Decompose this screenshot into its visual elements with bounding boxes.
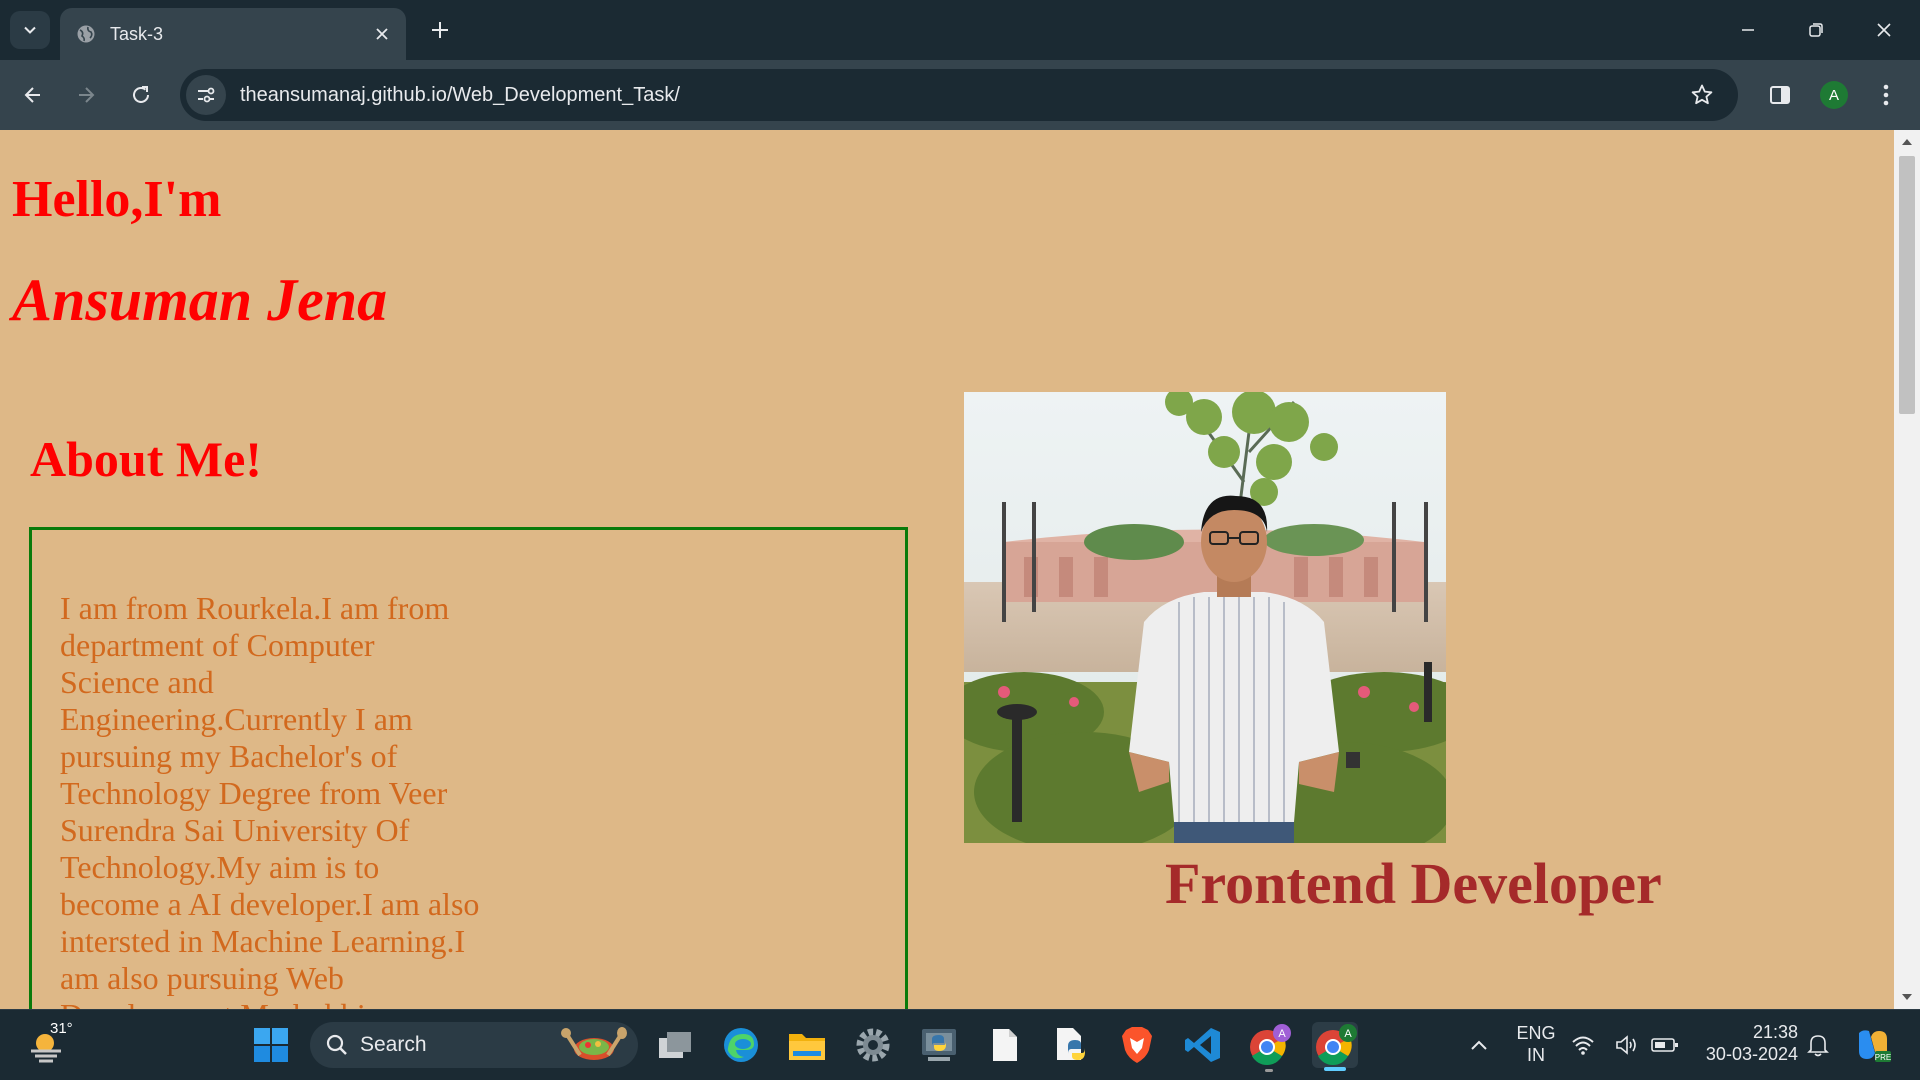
python-installer-button[interactable] (916, 1022, 962, 1068)
settings-button[interactable] (850, 1022, 896, 1068)
arrow-left-icon (24, 87, 40, 103)
forward-button[interactable] (68, 77, 104, 113)
web-page: Hello,I'm Ansuman Jena About Me! I am fr… (0, 130, 1920, 1009)
url-text[interactable]: theansumanaj.github.io/Web_Development_T… (240, 84, 1682, 107)
reload-icon (133, 86, 149, 103)
edge-icon (724, 1028, 758, 1062)
language-line-2: IN (1527, 1045, 1545, 1065)
weather-temperature: 31° (50, 1020, 73, 1037)
arrow-right-icon (79, 87, 95, 103)
bell-icon (1807, 1035, 1829, 1057)
search-label: Search (360, 1033, 427, 1056)
restore-button[interactable] (1796, 10, 1836, 50)
language-line-1: ENG (1516, 1023, 1556, 1043)
notifications-button[interactable] (1795, 1022, 1841, 1068)
bookmark-star-icon[interactable] (1682, 75, 1722, 115)
volume-icon (1616, 1035, 1636, 1055)
more-vertical-icon (1883, 84, 1889, 106)
search-highlight-icon (561, 1027, 627, 1060)
battery-icon (1651, 1038, 1678, 1052)
address-bar[interactable]: theansumanaj.github.io/Web_Development_T… (180, 69, 1738, 121)
settings-icon (856, 1028, 890, 1062)
start-button[interactable] (248, 1022, 294, 1068)
minimize-icon (1742, 29, 1754, 31)
vscode-icon (1185, 1028, 1220, 1062)
about-heading: About Me! (30, 431, 262, 487)
menu-button[interactable] (1868, 77, 1904, 113)
name-heading: Ansuman Jena (12, 267, 388, 333)
minimize-button[interactable] (1728, 10, 1768, 50)
vscode-button[interactable] (1180, 1022, 1226, 1068)
close-icon (1877, 23, 1891, 37)
profile-photo (964, 392, 1446, 843)
scrollbar-thumb[interactable] (1899, 156, 1915, 414)
brave-button[interactable] (1114, 1022, 1160, 1068)
windows-taskbar: Search A A PRE (0, 1009, 1920, 1080)
task-view-icon (659, 1032, 691, 1058)
plus-icon (432, 22, 448, 38)
tab-close-icon[interactable] (370, 22, 394, 46)
scroll-down-icon[interactable] (1902, 994, 1912, 1000)
new-tab-button[interactable] (424, 14, 456, 46)
back-button[interactable] (15, 77, 51, 113)
taskbar-search[interactable]: Search (310, 1022, 638, 1068)
clock-date: 30-03-2024 (1705, 1044, 1798, 1064)
python-file-button[interactable] (1048, 1022, 1094, 1068)
running-app-indicator (1265, 1069, 1273, 1072)
python-file-icon (1057, 1028, 1085, 1060)
chevron-up-icon (1471, 1040, 1487, 1050)
windows-start-icon (254, 1028, 288, 1062)
search-icon (326, 1034, 347, 1055)
site-info-icon[interactable] (186, 75, 226, 115)
tab-task-3[interactable]: Task-3 (60, 8, 406, 60)
close-window-button[interactable] (1864, 10, 1904, 50)
copilot-icon: PRE (1859, 1030, 1891, 1062)
wifi-button[interactable] (1560, 1022, 1606, 1068)
side-panel-icon (1770, 86, 1790, 104)
browser-toolbar: theansumanaj.github.io/Web_Development_T… (0, 60, 1920, 130)
file-explorer-button[interactable] (784, 1022, 830, 1068)
about-text: I am from Rourkela.I am from department … (60, 590, 480, 1009)
task-view-button[interactable] (652, 1022, 698, 1068)
wifi-icon (1572, 1036, 1594, 1055)
chrome-profile-button[interactable]: A (1246, 1022, 1292, 1068)
browser-tab-bar: Task-3 (0, 0, 1920, 60)
file-icon (993, 1029, 1017, 1061)
battery-button[interactable] (1642, 1022, 1688, 1068)
tab-search-button[interactable] (10, 11, 50, 49)
globe-icon (76, 24, 96, 44)
copilot-button[interactable]: PRE (1850, 1022, 1896, 1068)
about-box: I am from Rourkela.I am from department … (29, 527, 908, 1009)
clock[interactable]: 21:38 30-03-2024 (1698, 1021, 1798, 1065)
file-explorer-icon (789, 1034, 825, 1060)
file-button[interactable] (982, 1022, 1028, 1068)
side-panel-button[interactable] (1762, 77, 1798, 113)
svg-text:A: A (1278, 1028, 1286, 1040)
show-hidden-icons-button[interactable] (1456, 1022, 1502, 1068)
chrome-active-button[interactable]: A (1312, 1022, 1358, 1068)
svg-text:PRE: PRE (1875, 1053, 1891, 1062)
python-installer-icon (922, 1029, 956, 1061)
language-indicator[interactable]: ENG IN (1508, 1022, 1564, 1066)
tab-title: Task-3 (110, 23, 164, 44)
brave-icon (1122, 1027, 1152, 1063)
active-app-indicator (1324, 1067, 1346, 1071)
chevron-down-icon (24, 26, 36, 34)
edge-button[interactable] (718, 1022, 764, 1068)
page-scrollbar[interactable] (1894, 130, 1920, 1009)
svg-text:A: A (1344, 1028, 1352, 1040)
chrome-active-icon: A (1316, 1024, 1357, 1065)
scroll-up-icon[interactable] (1902, 139, 1912, 145)
role-heading: Frontend Developer (1165, 851, 1662, 916)
profile-avatar[interactable]: A (1820, 81, 1848, 109)
greeting-heading: Hello,I'm (12, 171, 222, 228)
clock-time: 21:38 (1752, 1022, 1798, 1042)
restore-icon (1809, 23, 1823, 37)
chrome-profile-icon: A (1250, 1024, 1291, 1065)
reload-button[interactable] (123, 77, 159, 113)
